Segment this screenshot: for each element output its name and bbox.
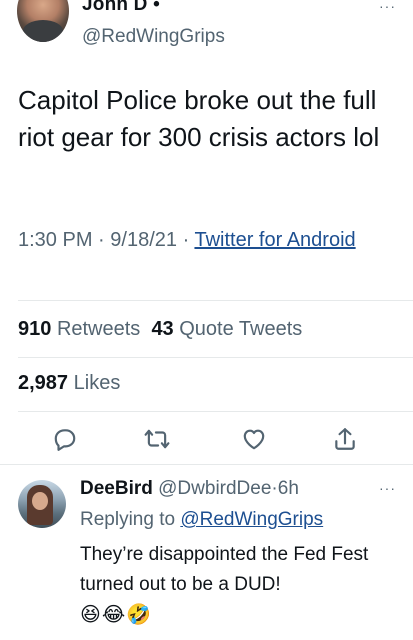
- more-options-icon[interactable]: ···: [379, 0, 396, 14]
- retweets-label: Retweets: [56, 318, 141, 340]
- likes-stat[interactable]: 2,987 Likes: [18, 372, 120, 395]
- quote-tweets-label: Quote Tweets: [179, 318, 303, 340]
- reply-emojis: 😆😂🤣: [80, 604, 153, 626]
- divider: [18, 411, 413, 412]
- reply-icon[interactable]: [52, 426, 78, 452]
- divider: [18, 300, 413, 301]
- tweet-header: John D • @RedWingGrips ···: [0, 0, 413, 60]
- tweet-text: Capitol Police broke out the full riot g…: [18, 85, 380, 152]
- reply-header: DeeBird @DwbirdDee·6h: [80, 478, 299, 500]
- divider: [0, 464, 413, 465]
- tweet-date[interactable]: 9/18/21: [110, 229, 177, 251]
- likes-count: 2,987: [18, 372, 69, 394]
- action-bar: [0, 422, 413, 458]
- retweet-icon[interactable]: [144, 426, 170, 452]
- meta-separator: ·: [98, 229, 105, 251]
- reply-age[interactable]: 6h: [278, 478, 299, 499]
- reply-text: They’re disappointed the Fed Fest turned…: [80, 544, 369, 595]
- reply-handle[interactable]: @DwbirdDee: [158, 478, 271, 499]
- like-icon[interactable]: [241, 426, 267, 452]
- avatar[interactable]: [17, 0, 69, 42]
- tweet-meta: 1:30 PM · 9/18/21 · Twitter for Android: [18, 225, 398, 256]
- handle[interactable]: @RedWingGrips: [82, 26, 225, 48]
- display-name[interactable]: John D •: [82, 0, 160, 16]
- quote-tweets-count: 43: [151, 318, 174, 340]
- replying-prefix: Replying to: [80, 509, 176, 530]
- meta-separator: ·: [182, 229, 190, 251]
- reply-display-name[interactable]: DeeBird: [80, 478, 153, 499]
- tweet-time[interactable]: 1:30 PM: [18, 229, 92, 251]
- avatar[interactable]: [18, 480, 66, 528]
- mention-link[interactable]: @RedWingGrips: [180, 509, 323, 530]
- share-icon[interactable]: [332, 426, 358, 452]
- quote-tweets-stat[interactable]: 43 Quote Tweets: [151, 318, 302, 340]
- display-name-text[interactable]: John D: [82, 0, 148, 15]
- divider: [18, 357, 413, 358]
- more-options-icon[interactable]: ···: [379, 480, 396, 496]
- replying-to: Replying to @RedWingGrips: [80, 509, 323, 531]
- retweet-stats: 910 Retweets 43 Quote Tweets: [18, 318, 302, 341]
- reply-tweet[interactable]: DeeBird @DwbirdDee·6h ··· Replying to @R…: [0, 466, 413, 640]
- tweet-source-link[interactable]: Twitter for Android: [194, 229, 355, 251]
- name-badge: •: [153, 0, 160, 15]
- likes-label: Likes: [73, 372, 121, 394]
- retweets-count: 910: [18, 318, 52, 340]
- retweets-stat[interactable]: 910 Retweets: [18, 318, 140, 340]
